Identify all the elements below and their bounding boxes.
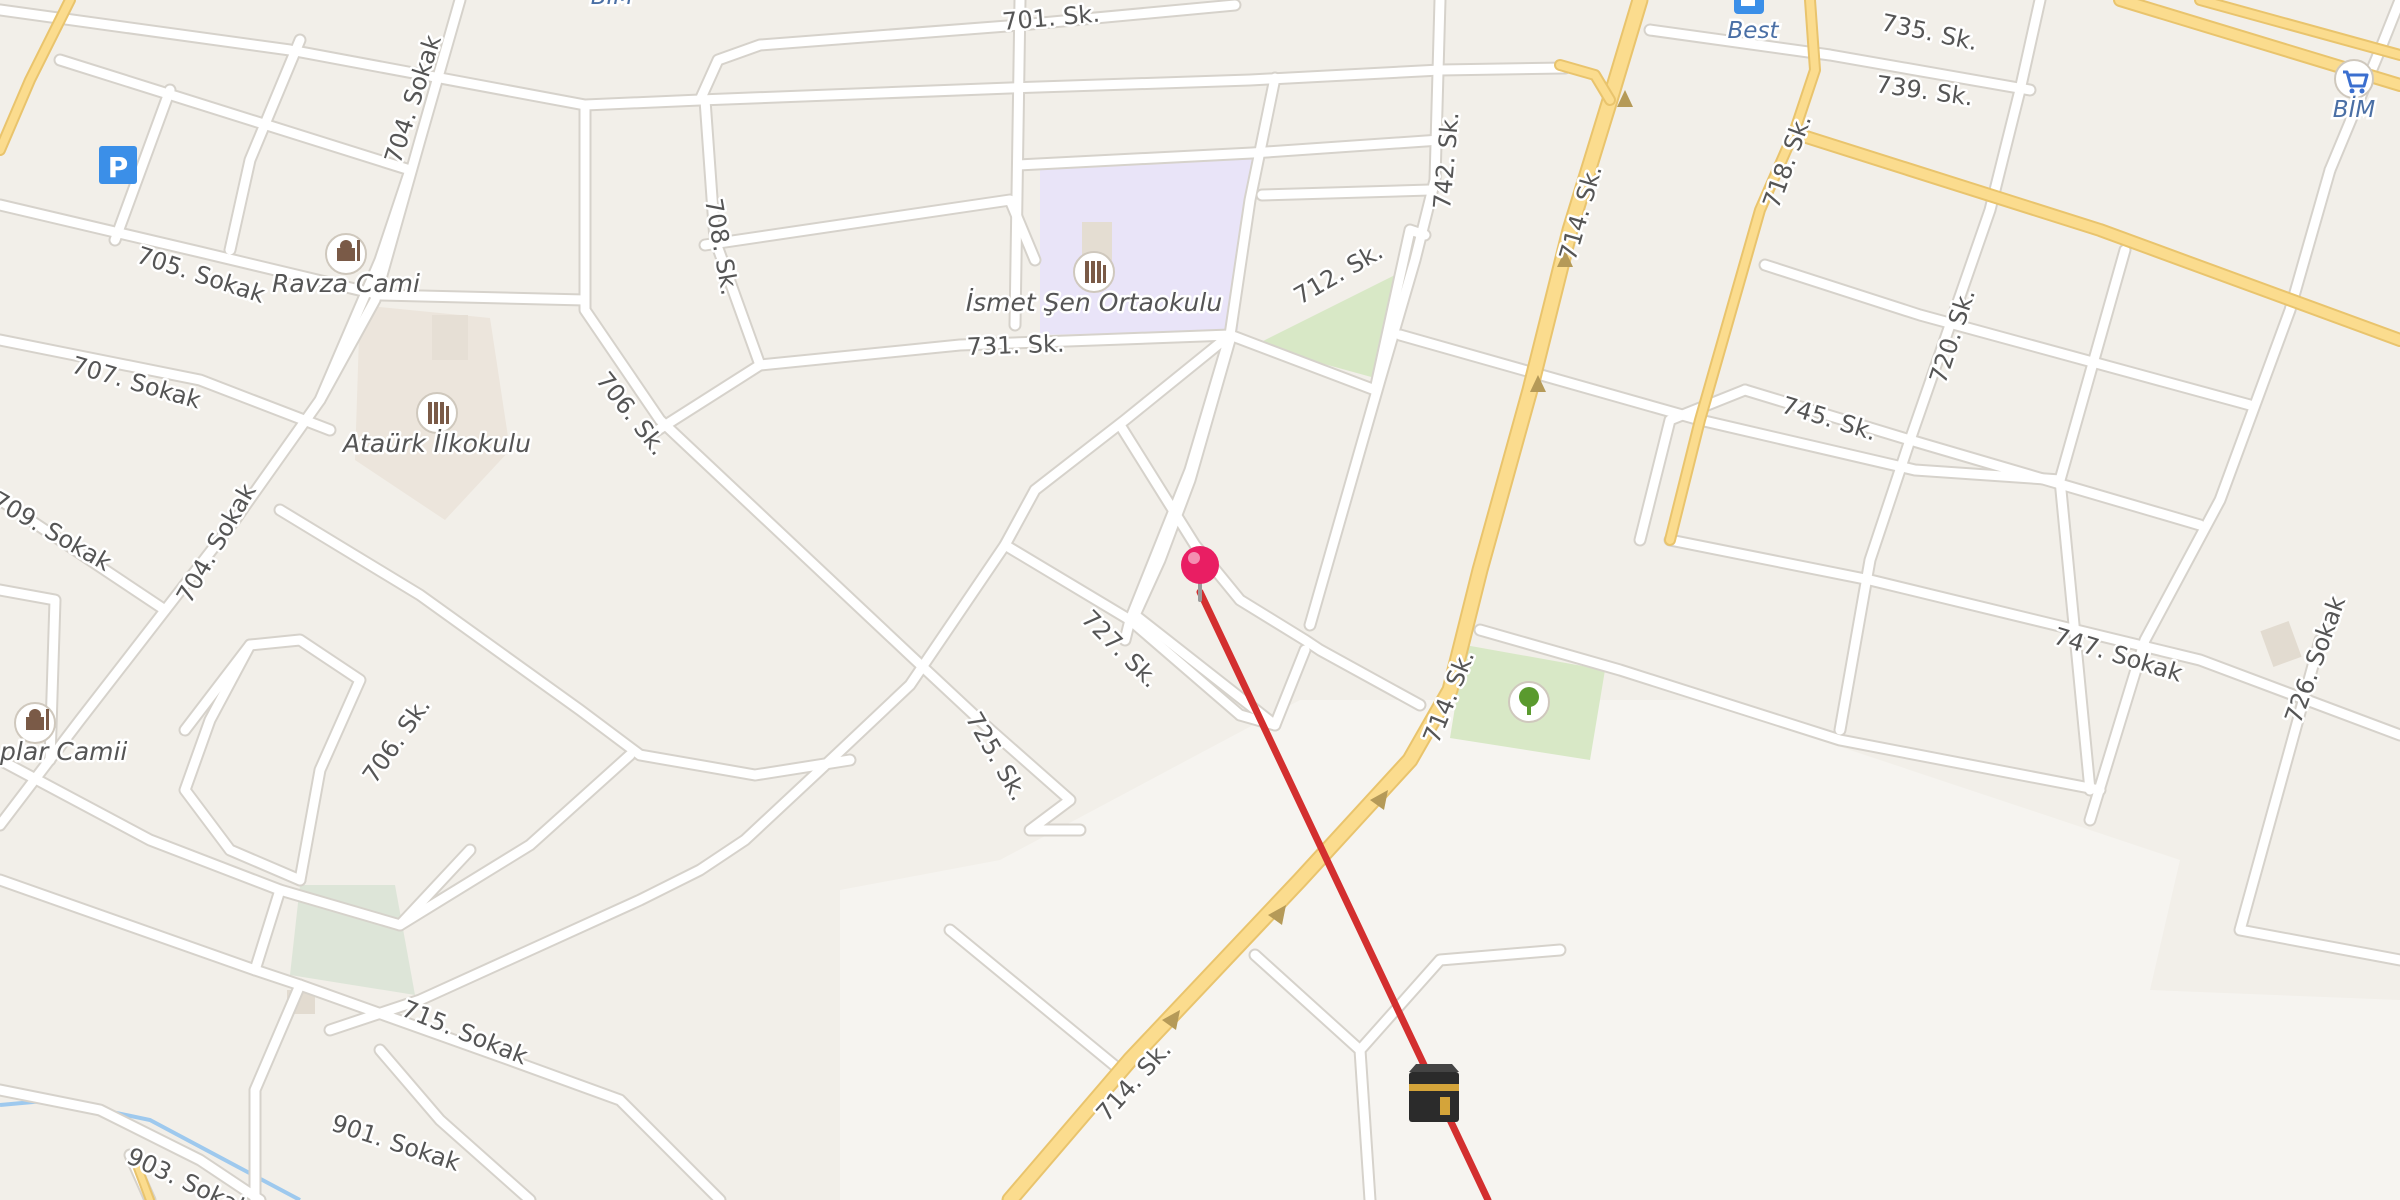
building: [432, 315, 468, 360]
street-label: 709. Sokak: [0, 486, 116, 577]
poi-label-plar-camii[interactable]: plar Camii: [0, 735, 130, 769]
street-label: 706. Sk.: [357, 692, 436, 788]
map-canvas[interactable]: 701. Sk. 704. Sokak 704. Sokak 705. Soka…: [0, 0, 2400, 1200]
school-icon[interactable]: [1073, 251, 1115, 293]
street-label: 714. Sk.: [1554, 162, 1608, 264]
street-label: 718. Sk.: [1757, 111, 1817, 213]
location-pin-icon[interactable]: [1181, 546, 1219, 602]
fuel-icon[interactable]: [1734, 0, 1764, 14]
map-view[interactable]: 701. Sk. 704. Sokak 704. Sokak 705. Soka…: [0, 0, 2400, 1200]
poi-label-ataturk-ilkokulu[interactable]: Ataürk İlkokulu: [339, 427, 534, 461]
kaaba-icon[interactable]: [1409, 1064, 1459, 1122]
poi-label-ravza-cami[interactable]: Ravza Cami: [270, 267, 423, 301]
parking-icon-label: P: [108, 151, 129, 184]
street-label: 747. Sokak: [2050, 622, 2186, 688]
mosque-icon[interactable]: [325, 233, 367, 275]
school-icon[interactable]: [416, 392, 458, 434]
poi-label-ismet-sen-ortaokulu[interactable]: İsmet Şen Ortaokulu: [963, 286, 1224, 320]
street-label: 707. Sokak: [68, 351, 204, 415]
poi-label-best[interactable]: Best: [1725, 16, 1782, 47]
poi-label-bim-right[interactable]: BİM: [2330, 93, 2378, 126]
tree-icon[interactable]: [1508, 681, 1550, 723]
cart-icon[interactable]: [2334, 59, 2374, 99]
poi-label-bim-top[interactable]: BİM: [588, 0, 636, 13]
building: [2260, 621, 2302, 667]
street-label: 704. Sokak: [171, 479, 262, 608]
street-label: 731. Sk.: [966, 330, 1065, 361]
street-label: 735. Sk.: [1879, 8, 1981, 56]
